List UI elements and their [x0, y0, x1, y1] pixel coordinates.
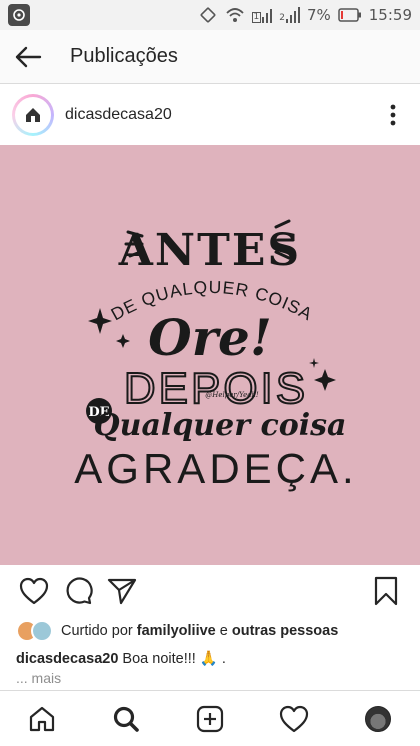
home-icon: [29, 706, 55, 731]
image-text-qualquer-coisa: Qualquer coisa: [94, 408, 347, 443]
arrow-left-icon: [15, 46, 42, 67]
paper-plane-icon: [107, 578, 137, 605]
post-author-avatar[interactable]: [12, 94, 54, 136]
like-button[interactable]: [14, 571, 54, 611]
caption-username[interactable]: dicasdecasa20: [16, 651, 118, 667]
image-text-ore: Ore!: [148, 308, 272, 367]
profile-avatar: [365, 705, 391, 732]
page-title: Publicações: [70, 45, 178, 67]
bookmark-icon: [374, 576, 398, 606]
image-text-antes: ANTES: [118, 225, 301, 276]
plus-square-icon: [196, 705, 224, 732]
nav-home[interactable]: [18, 695, 66, 743]
post-action-bar: [0, 568, 420, 614]
heart-icon: [279, 705, 309, 732]
heart-icon: [19, 577, 49, 605]
app-header: Publicações: [0, 30, 420, 84]
vibrate-icon: [198, 5, 218, 25]
search-icon: [113, 706, 139, 732]
post-image[interactable]: ANTES DE QUALQUER COISA Ore! DEPOIS @Hel…: [0, 145, 420, 565]
back-button[interactable]: [0, 30, 56, 84]
battery-icon: [338, 8, 362, 22]
sim2-signal-icon: 2: [279, 7, 300, 23]
nav-new-post[interactable]: [186, 695, 234, 743]
image-text-agradeca: AGRADEÇA.: [74, 445, 357, 492]
sim1-signal-icon: 1: [251, 7, 273, 23]
post-header: dicasdecasa20: [0, 85, 420, 145]
wifi-icon: [225, 6, 245, 24]
app-notification-icon: [8, 4, 30, 26]
likes-prefix: Curtido por: [61, 623, 133, 639]
post-options-button[interactable]: [378, 95, 408, 135]
status-time: 15:59: [368, 6, 412, 24]
comment-button[interactable]: [58, 571, 98, 611]
vertical-dots-icon: [390, 104, 396, 126]
likes-connector: e: [219, 623, 228, 639]
nav-activity[interactable]: [270, 695, 318, 743]
post-author-username[interactable]: dicasdecasa20: [65, 106, 172, 124]
share-button[interactable]: [102, 571, 142, 611]
caption-text: Boa noite!!! 🙏 .: [122, 651, 226, 667]
nav-search[interactable]: [102, 695, 150, 743]
caption-more-link[interactable]: ... mais: [16, 670, 61, 686]
post-caption: dicasdecasa20 Boa noite!!! 🙏 .: [16, 648, 406, 670]
liker-avatars: [16, 620, 53, 642]
save-button[interactable]: [366, 571, 406, 611]
status-bar: 1 2 7% 15:59: [0, 0, 420, 30]
nav-profile[interactable]: [354, 695, 402, 743]
house-logo-icon: [26, 108, 40, 122]
liker-avatar: [31, 620, 53, 642]
bottom-navigation: [0, 690, 420, 746]
battery-percent: 7%: [306, 6, 331, 24]
image-text-depois: DEPOIS: [124, 364, 308, 413]
likes-others[interactable]: outras pessoas: [232, 623, 338, 639]
likes-summary[interactable]: Curtido por familyoliive e outras pessoa…: [16, 618, 406, 644]
likes-user[interactable]: familyoliive: [137, 623, 216, 639]
comment-bubble-icon: [66, 577, 93, 605]
image-text-signature: @Helper/Yeah!: [205, 391, 259, 399]
